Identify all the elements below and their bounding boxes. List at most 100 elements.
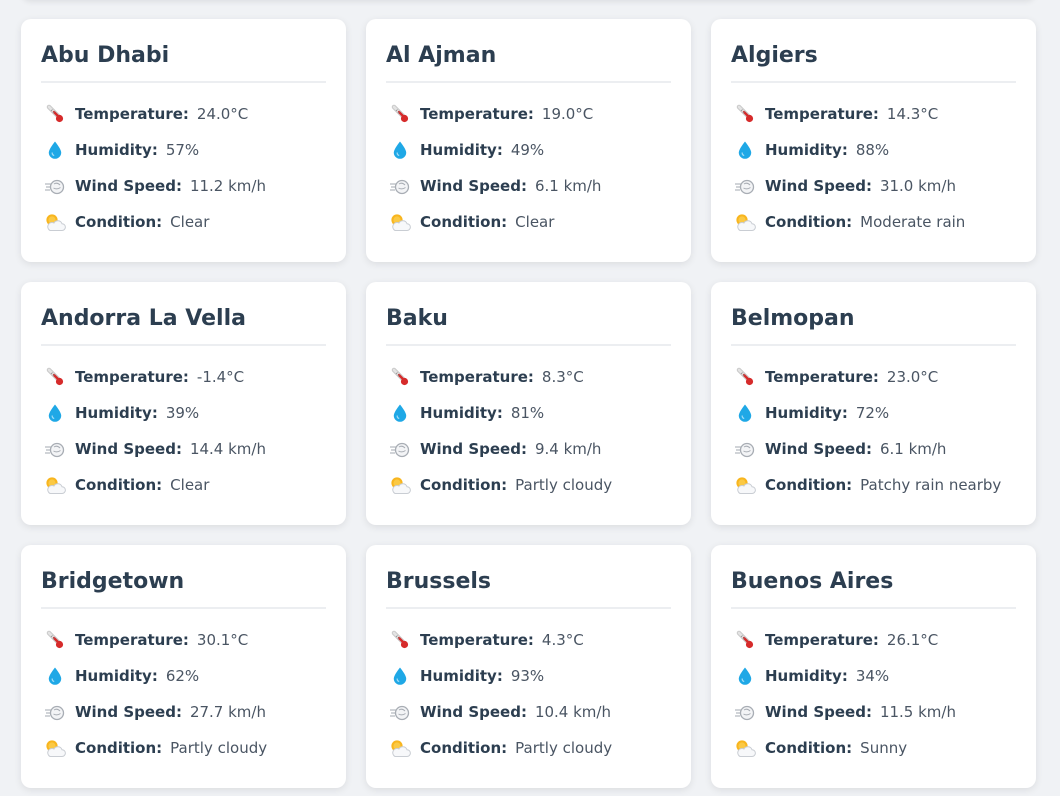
humidity-row: Humidity: 57% <box>41 132 326 168</box>
wind-speed-row: Wind Speed: 27.7 km/h <box>41 694 326 730</box>
humidity-value: 81% <box>510 404 545 422</box>
temperature-value: 8.3°C <box>541 368 584 386</box>
city-name: Andorra La Vella <box>41 282 326 346</box>
thermometer-icon <box>389 366 411 388</box>
droplet-icon <box>389 139 411 161</box>
city-name: Belmopan <box>731 282 1016 346</box>
condition-row: Condition: Sunny <box>731 730 1016 766</box>
droplet-icon <box>734 139 756 161</box>
humidity-label: Humidity: <box>765 404 848 422</box>
wind-icon <box>734 701 756 723</box>
humidity-row: Humidity: 34% <box>731 658 1016 694</box>
wind-speed-value: 11.5 km/h <box>879 703 956 721</box>
condition-row: Condition: Moderate rain <box>731 204 1016 240</box>
temperature-row: Temperature: -1.4°C <box>41 359 326 395</box>
humidity-row: Humidity: 88% <box>731 132 1016 168</box>
condition-value: Partly cloudy <box>515 739 613 757</box>
condition-label: Condition: <box>420 476 508 494</box>
condition-label: Condition: <box>765 739 853 757</box>
sun-behind-cloud-icon <box>734 737 756 759</box>
thermometer-icon <box>734 366 756 388</box>
humidity-row: Humidity: 62% <box>41 658 326 694</box>
wind-speed-label: Wind Speed: <box>75 703 182 721</box>
city-name: Al Ajman <box>386 19 671 83</box>
wind-icon <box>734 175 756 197</box>
humidity-value: 88% <box>855 141 890 159</box>
condition-value: Patchy rain nearby <box>860 476 1002 494</box>
wind-icon <box>734 438 756 460</box>
sun-behind-cloud-icon <box>44 474 66 496</box>
city-name: Abu Dhabi <box>41 19 326 83</box>
humidity-label: Humidity: <box>420 404 503 422</box>
city-name: Bridgetown <box>41 545 326 609</box>
sun-behind-cloud-icon <box>389 737 411 759</box>
sun-behind-cloud-icon <box>44 737 66 759</box>
condition-value: Clear <box>170 213 210 231</box>
temperature-label: Temperature: <box>765 105 879 123</box>
condition-label: Condition: <box>765 213 853 231</box>
humidity-value: 39% <box>165 404 200 422</box>
temperature-value: 14.3°C <box>886 105 939 123</box>
thermometer-icon <box>44 366 66 388</box>
thermometer-icon <box>734 629 756 651</box>
wind-speed-label: Wind Speed: <box>420 177 527 195</box>
weather-card: Bridgetown Temperature: 30.1°C Humidity:… <box>21 545 346 788</box>
wind-speed-label: Wind Speed: <box>765 703 872 721</box>
wind-speed-row: Wind Speed: 31.0 km/h <box>731 168 1016 204</box>
condition-row: Condition: Clear <box>41 204 326 240</box>
condition-label: Condition: <box>75 739 163 757</box>
city-name: Algiers <box>731 19 1016 83</box>
condition-value: Sunny <box>860 739 908 757</box>
sun-behind-cloud-icon <box>44 211 66 233</box>
temperature-value: 4.3°C <box>541 631 584 649</box>
humidity-value: 34% <box>855 667 890 685</box>
temperature-label: Temperature: <box>75 105 189 123</box>
thermometer-icon <box>734 103 756 125</box>
wind-icon <box>44 701 66 723</box>
wind-speed-row: Wind Speed: 6.1 km/h <box>731 431 1016 467</box>
droplet-icon <box>44 665 66 687</box>
thermometer-icon <box>389 629 411 651</box>
wind-speed-row: Wind Speed: 10.4 km/h <box>386 694 671 730</box>
wind-speed-row: Wind Speed: 14.4 km/h <box>41 431 326 467</box>
sun-behind-cloud-icon <box>734 211 756 233</box>
wind-speed-value: 14.4 km/h <box>189 440 266 458</box>
humidity-label: Humidity: <box>75 141 158 159</box>
condition-label: Condition: <box>75 476 163 494</box>
temperature-value: 30.1°C <box>196 631 249 649</box>
city-name: Buenos Aires <box>731 545 1016 609</box>
thermometer-icon <box>389 103 411 125</box>
temperature-label: Temperature: <box>75 368 189 386</box>
condition-label: Condition: <box>420 213 508 231</box>
temperature-row: Temperature: 23.0°C <box>731 359 1016 395</box>
temperature-value: 26.1°C <box>886 631 939 649</box>
thermometer-icon <box>44 103 66 125</box>
wind-icon <box>389 175 411 197</box>
wind-speed-label: Wind Speed: <box>765 177 872 195</box>
condition-value: Moderate rain <box>860 213 966 231</box>
wind-speed-value: 27.7 km/h <box>189 703 266 721</box>
temperature-value: -1.4°C <box>196 368 245 386</box>
droplet-icon <box>44 402 66 424</box>
humidity-row: Humidity: 72% <box>731 395 1016 431</box>
wind-icon <box>44 438 66 460</box>
wind-speed-value: 6.1 km/h <box>879 440 947 458</box>
condition-value: Clear <box>170 476 210 494</box>
temperature-row: Temperature: 14.3°C <box>731 96 1016 132</box>
humidity-value: 57% <box>165 141 200 159</box>
wind-speed-label: Wind Speed: <box>765 440 872 458</box>
temperature-label: Temperature: <box>765 631 879 649</box>
wind-icon <box>44 175 66 197</box>
temperature-value: 19.0°C <box>541 105 594 123</box>
condition-row: Condition: Partly cloudy <box>386 730 671 766</box>
wind-speed-label: Wind Speed: <box>75 177 182 195</box>
condition-label: Condition: <box>765 476 853 494</box>
droplet-icon <box>734 665 756 687</box>
wind-speed-label: Wind Speed: <box>420 440 527 458</box>
weather-card-grid: Abu Dhabi Temperature: 24.0°C Humidity: … <box>21 19 1036 788</box>
condition-row: Condition: Partly cloudy <box>41 730 326 766</box>
wind-speed-value: 10.4 km/h <box>534 703 611 721</box>
humidity-row: Humidity: 49% <box>386 132 671 168</box>
temperature-row: Temperature: 19.0°C <box>386 96 671 132</box>
droplet-icon <box>389 665 411 687</box>
